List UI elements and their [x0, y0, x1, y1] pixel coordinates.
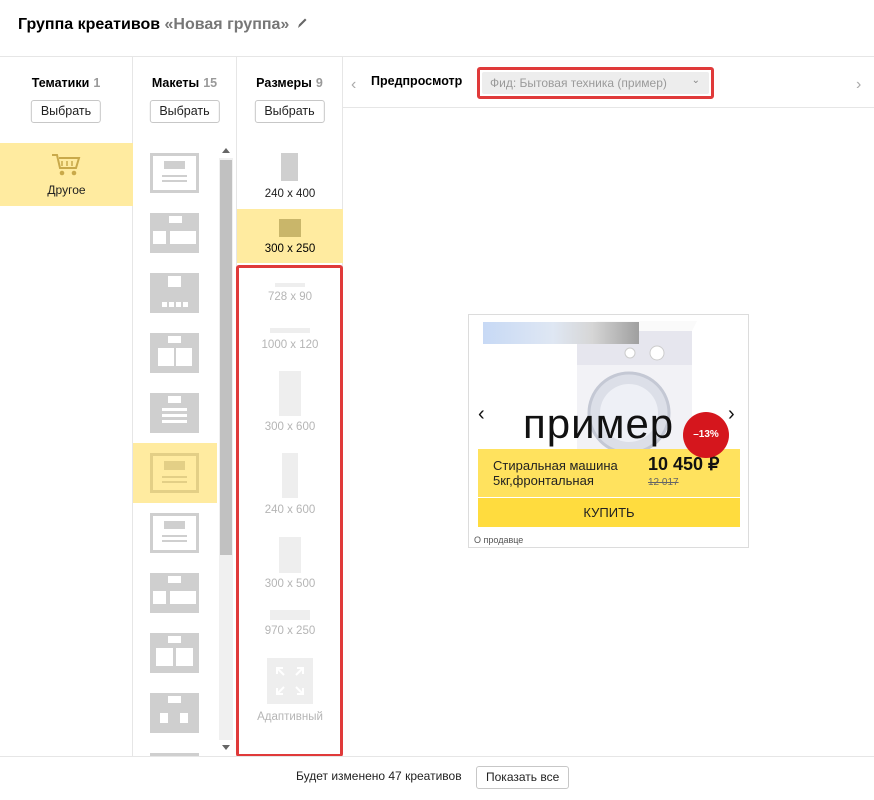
layout-thumb-selected[interactable] — [150, 453, 199, 493]
layouts-select-button[interactable]: Выбрать — [149, 100, 220, 123]
feed-select-value: Фид: Бытовая техника (пример) — [490, 76, 667, 90]
themes-header: Тематики 1 Выбрать — [0, 57, 132, 143]
sizes-header: Размеры 9 Выбрать — [237, 57, 342, 143]
size-label: 240 x 400 — [264, 188, 316, 200]
layout-thumb[interactable] — [150, 633, 199, 673]
ad-buy-button[interactable]: КУПИТЬ — [478, 498, 740, 527]
ad-headline: пример — [523, 400, 675, 447]
blurred-logo — [483, 322, 639, 344]
size-item-240x400[interactable]: 240 x 400 — [237, 143, 343, 209]
sizes-select-button[interactable]: Выбрать — [254, 100, 325, 123]
layouts-header: Макеты 15 Выбрать — [133, 57, 236, 143]
ad-preview: ‹ пример › Стиральная машина 5кг,фронтал… — [468, 314, 749, 548]
layouts-title: Макеты — [151, 76, 200, 90]
chevron-down-icon: ⌄ — [691, 75, 700, 86]
show-all-button[interactable]: Показать все — [476, 766, 570, 789]
page-title: Группа креативов «Новая группа» — [18, 16, 308, 34]
size-item-300x250[interactable]: 300 x 250 — [237, 209, 343, 263]
footer-status: Будет изменено 47 креативов — [296, 769, 462, 783]
preview-prev-arrow-icon[interactable]: ‹ — [351, 76, 356, 94]
layout-thumb[interactable] — [150, 273, 199, 313]
layout-thumb[interactable] — [150, 513, 199, 553]
themes-title: Тематики — [31, 76, 90, 90]
discount-badge: –13% — [683, 412, 729, 458]
layout-thumb[interactable] — [150, 153, 199, 193]
themes-label: Тематики 1 — [0, 76, 132, 90]
scroll-down-arrow-icon[interactable] — [222, 745, 230, 750]
pencil-icon[interactable] — [296, 16, 308, 30]
layout-thumb[interactable] — [150, 213, 199, 253]
ad-prev-arrow-icon[interactable]: ‹ — [478, 403, 485, 426]
layout-thumb[interactable] — [150, 393, 199, 433]
feed-select-highlight: Фид: Бытовая техника (пример) ⌄ — [477, 67, 714, 99]
layouts-column: Макеты 15 Выбрать — [133, 57, 237, 757]
ad-product-name: Стиральная машина 5кг,фронтальная — [493, 458, 618, 488]
layout-thumb[interactable] — [150, 693, 199, 733]
page-header: Группа креативов «Новая группа» — [0, 0, 874, 56]
themes-select-button[interactable]: Выбрать — [30, 100, 102, 123]
preview-toolbar: ‹ Предпросмотр Фид: Бытовая техника (при… — [343, 57, 874, 108]
scrollbar-thumb[interactable] — [220, 160, 232, 555]
layout-thumb[interactable] — [150, 573, 199, 613]
footer-bar: Будет изменено 47 креативов Показать все — [0, 756, 874, 800]
creative-editor: Тематики 1 Выбрать Другое Макеты 15 Выбрат… — [0, 56, 874, 757]
themes-count: 1 — [93, 76, 101, 90]
size-label: 300 x 250 — [264, 243, 316, 255]
ad-old-price: 12 017 — [648, 477, 679, 488]
preview-label: Предпросмотр — [371, 74, 463, 88]
preview-column: ‹ Предпросмотр Фид: Бытовая техника (при… — [343, 57, 874, 757]
sizes-label: Размеры 9 — [237, 76, 342, 90]
preview-next-arrow-icon[interactable]: › — [856, 76, 861, 94]
cart-icon — [52, 154, 81, 176]
themes-column: Тематики 1 Выбрать Другое — [0, 57, 133, 757]
disabled-sizes-highlight — [236, 265, 343, 757]
feed-select[interactable]: Фид: Бытовая техника (пример) ⌄ — [482, 72, 709, 94]
theme-item-label: Другое — [47, 183, 86, 197]
theme-item-other[interactable]: Другое — [0, 143, 133, 206]
layouts-count: 15 — [203, 76, 218, 90]
ad-seller-link[interactable]: О продавце — [474, 535, 523, 545]
ad-next-arrow-icon[interactable]: › — [728, 403, 735, 426]
sizes-count: 9 — [315, 76, 323, 90]
page-title-text: Группа креативов — [18, 16, 161, 33]
group-name[interactable]: «Новая группа» — [165, 16, 290, 33]
layouts-scrollbar[interactable] — [217, 143, 236, 755]
layout-thumb[interactable] — [150, 333, 199, 373]
layouts-label: Макеты 15 — [133, 76, 236, 90]
scroll-up-arrow-icon[interactable] — [222, 148, 230, 153]
sizes-title: Размеры — [256, 76, 312, 90]
